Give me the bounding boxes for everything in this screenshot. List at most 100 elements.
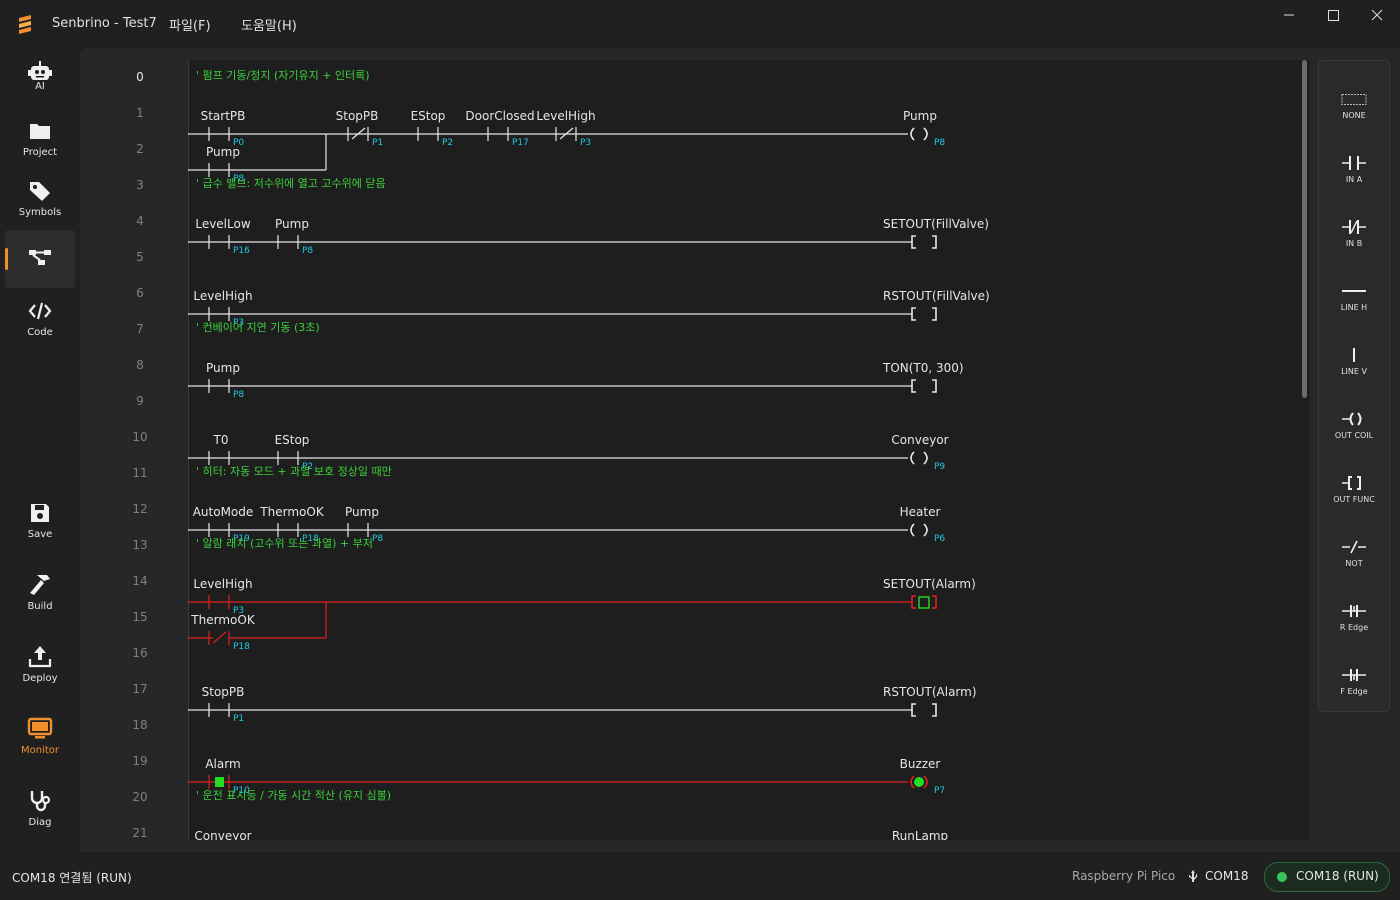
sidebar-item-label: Symbols bbox=[18, 207, 62, 218]
save-icon bbox=[31, 504, 49, 522]
line-number: 10 bbox=[132, 430, 148, 444]
coil-label: Pump bbox=[903, 109, 937, 123]
contact-label: DoorClosed bbox=[465, 109, 534, 123]
port-name[interactable]: COM18 bbox=[1205, 869, 1248, 883]
sidebar: AI Project Symbols Code Save Build Deplo… bbox=[0, 48, 80, 852]
contact-label: StartPB bbox=[201, 109, 246, 123]
palette-none[interactable]: NONE bbox=[1319, 71, 1389, 127]
line-number: 4 bbox=[136, 214, 144, 228]
palette-label: OUT FUNC bbox=[1333, 495, 1375, 504]
not-icon bbox=[1342, 540, 1366, 554]
sidebar-item-label: Monitor bbox=[20, 745, 59, 756]
func-right bbox=[932, 595, 937, 609]
func-left bbox=[911, 379, 916, 393]
palette-in-a[interactable]: IN A bbox=[1319, 135, 1389, 191]
maximize-icon bbox=[1328, 10, 1339, 21]
func-label: RSTOUT(Alarm) bbox=[883, 685, 977, 699]
app-logo-icon bbox=[19, 15, 31, 34]
hammer-icon bbox=[30, 575, 50, 595]
palette-label: NONE bbox=[1342, 111, 1366, 120]
line-number: 8 bbox=[136, 358, 144, 372]
line-number: 3 bbox=[136, 178, 144, 192]
line-number: 15 bbox=[132, 610, 148, 624]
sidebar-item-monitor[interactable]: Monitor bbox=[5, 710, 75, 768]
coil-left bbox=[910, 127, 915, 141]
sidebar-item-symbols[interactable]: Symbols bbox=[5, 172, 75, 230]
connection-status-text: COM18 연결됨 (RUN) bbox=[12, 871, 132, 885]
monitor-icon bbox=[27, 717, 53, 739]
sidebar-item-label: Deploy bbox=[22, 673, 58, 684]
contact-label: EStop bbox=[411, 109, 446, 123]
coil-on-indicator bbox=[914, 777, 924, 787]
palette-out-coil[interactable]: OUT COIL bbox=[1319, 391, 1389, 447]
contact-label: ThermoOK bbox=[259, 505, 325, 519]
palette-label: F Edge bbox=[1340, 687, 1368, 696]
contact-address: P18 bbox=[233, 642, 250, 652]
ladder-editor[interactable]: 0 1 2 3 4 5 6 7 8 9 10 11 12 13 14 15 16 17 18 19 20 21 ' 펌프 … bbox=[92, 60, 1310, 840]
coil-icon bbox=[1342, 412, 1362, 426]
sidebar-item-code[interactable]: Code bbox=[5, 292, 75, 350]
sidebar-item-diag[interactable]: Diag bbox=[5, 782, 75, 840]
line-number-gutter: 0 1 2 3 4 5 6 7 8 9 10 11 12 13 14 15 16 17 18 19 20 21 bbox=[92, 60, 189, 840]
rung-comment: ' 알람 래치 (고수위 또는 과열) + 부저 bbox=[196, 536, 373, 550]
func-left bbox=[911, 703, 916, 717]
line-number: 6 bbox=[136, 286, 144, 300]
editor-scrollbar[interactable] bbox=[1302, 60, 1307, 398]
palette-line-v[interactable]: LINE V bbox=[1319, 327, 1389, 383]
line-number: 2 bbox=[136, 142, 144, 156]
contact-address: P8 bbox=[233, 390, 244, 400]
func-label: TON(T0, 300) bbox=[882, 361, 964, 375]
palette-r-edge[interactable]: R Edge bbox=[1319, 583, 1389, 639]
func-label: SETOUT(FillValve) bbox=[883, 217, 989, 231]
minimize-button[interactable] bbox=[1266, 0, 1312, 32]
contact-label: Pump bbox=[206, 145, 240, 159]
ladder-diagram[interactable]: ' 펌프 기동/정지 (자기유지 + 인터록)StartPBP0StopPBP1… bbox=[188, 60, 1298, 840]
palette-not[interactable]: NOT bbox=[1319, 519, 1389, 575]
palette-out-func[interactable]: OUT FUNC bbox=[1319, 455, 1389, 511]
connection-badge[interactable]: COM18 (RUN) bbox=[1264, 862, 1390, 892]
contact-label: Alarm bbox=[205, 757, 240, 771]
func-right bbox=[932, 703, 937, 717]
element-palette: NONE IN A IN B LINE H LINE V OUT COIL OU… bbox=[1318, 60, 1390, 712]
coil-label: Conveyor bbox=[891, 433, 948, 447]
contact-address: P17 bbox=[512, 138, 529, 148]
contact-label: Conveyor bbox=[194, 829, 251, 840]
close-button[interactable] bbox=[1354, 0, 1400, 32]
palette-label: R Edge bbox=[1339, 623, 1369, 632]
menu-help[interactable]: 도움말(H) bbox=[241, 15, 297, 34]
sidebar-item-deploy[interactable]: Deploy bbox=[5, 638, 75, 696]
sidebar-item-ladder[interactable] bbox=[5, 230, 75, 288]
func-label: SETOUT(Alarm) bbox=[883, 577, 976, 591]
sidebar-item-build[interactable]: Build bbox=[5, 566, 75, 624]
sidebar-item-label: Code bbox=[27, 327, 53, 338]
sidebar-item-save[interactable]: Save bbox=[5, 494, 75, 552]
ladder-diagram-icon bbox=[29, 250, 51, 265]
contact-address: P2 bbox=[442, 138, 453, 148]
contact-address: P16 bbox=[233, 246, 250, 256]
palette-line-h[interactable]: LINE H bbox=[1319, 263, 1389, 319]
coil-right bbox=[923, 451, 928, 465]
none-icon bbox=[1341, 94, 1367, 105]
stethoscope-icon bbox=[30, 791, 51, 812]
tag-icon bbox=[30, 182, 50, 201]
sidebar-item-label: Diag bbox=[28, 817, 52, 828]
status-bar: COM18 연결됨 (RUN) Raspberry Pi Pico COM18 … bbox=[0, 852, 1400, 900]
palette-f-edge[interactable]: F Edge bbox=[1319, 647, 1389, 703]
sidebar-item-label: AI bbox=[35, 81, 45, 92]
palette-in-b[interactable]: IN B bbox=[1319, 199, 1389, 255]
func-icon bbox=[1342, 476, 1361, 490]
coil-label: Heater bbox=[900, 505, 941, 519]
rung-comment: ' 운전 표시등 / 가동 시간 적산 (유지 심볼) bbox=[196, 789, 391, 802]
line-h-icon bbox=[1342, 290, 1366, 292]
func-on-indicator bbox=[918, 596, 930, 609]
contact-label: LevelHigh bbox=[193, 577, 252, 591]
maximize-button[interactable] bbox=[1310, 0, 1356, 32]
contact-label: StopPB bbox=[336, 109, 379, 123]
sidebar-item-label: Project bbox=[22, 147, 58, 158]
sidebar-item-ai[interactable]: AI bbox=[5, 52, 75, 110]
contact-slash bbox=[212, 631, 227, 644]
sidebar-item-project[interactable]: Project bbox=[5, 112, 75, 170]
line-v-icon bbox=[1353, 348, 1355, 362]
ladder-canvas[interactable]: ' 펌프 기동/정지 (자기유지 + 인터록) StartPB P0 StopPB P1… bbox=[188, 60, 1298, 840]
menu-file[interactable]: 파일(F) bbox=[169, 15, 211, 34]
